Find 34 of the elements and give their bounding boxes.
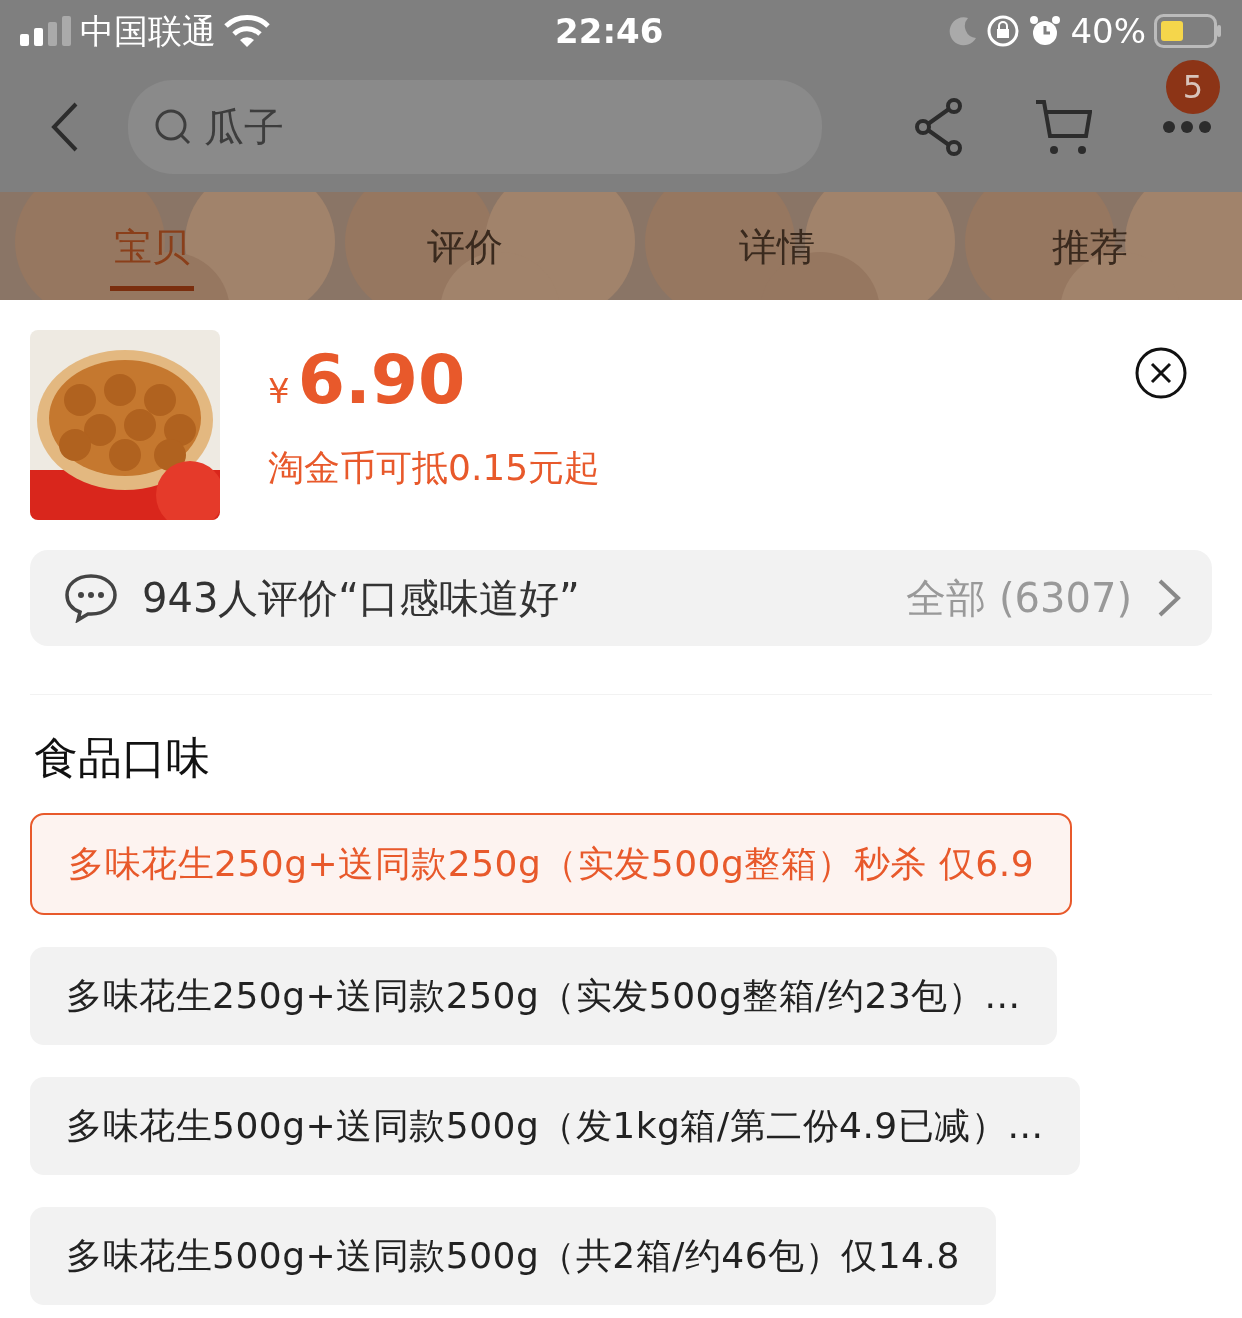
chevron-right-icon [1156, 578, 1182, 618]
price: 6.90 [297, 346, 466, 414]
back-icon[interactable] [50, 101, 80, 153]
currency-symbol: ¥ [268, 370, 290, 413]
close-icon[interactable] [1134, 346, 1188, 400]
chat-bubble-icon [64, 573, 118, 623]
flavor-option[interactable]: 多味花生500g+送同款500g（发1kg箱/第二份4.9已减）… [30, 1077, 1080, 1175]
share-icon[interactable] [914, 98, 964, 156]
tab[interactable]: 推荐 [1047, 201, 1132, 291]
alarm-icon [1028, 14, 1063, 48]
review-count: 全部 (6307) [906, 574, 1132, 623]
clock-time: 22:46 [555, 10, 664, 51]
wifi-icon [224, 14, 270, 48]
coin-discount-note: 淘金币可抵0.15元起 [268, 446, 601, 490]
tab[interactable]: 宝贝 [110, 201, 194, 291]
review-bar[interactable]: 943人评价“口感味道好” 全部 (6307) [30, 550, 1212, 646]
moon-icon [948, 16, 979, 46]
review-summary: 943人评价“口感味道好” [142, 574, 580, 623]
section-title: 食品口味 [34, 731, 211, 785]
cart-icon[interactable] [1034, 98, 1092, 156]
search-field[interactable]: 瓜子 [128, 80, 822, 174]
flavor-option[interactable]: 多味花生500g+送同款500g（共2箱/约46包）仅14.8 [30, 1207, 996, 1305]
carrier-name: 中国联通 [80, 9, 216, 53]
more-icon[interactable] [1162, 120, 1212, 134]
signal-icon [20, 16, 72, 46]
flavor-option[interactable]: 多味花生250g+送同款250g（实发500g整箱）秒杀 仅6.9 [30, 813, 1073, 915]
count-badge: 5 [1166, 60, 1220, 114]
search-icon [154, 108, 192, 146]
rotation-lock-icon [986, 14, 1021, 48]
flavor-option[interactable]: 多味花生250g+送同款250g（实发500g整箱/约23包）… [30, 947, 1057, 1045]
battery-percent: 40% [1070, 9, 1146, 53]
tab[interactable]: 详情 [735, 201, 820, 291]
battery-icon [1154, 14, 1222, 48]
tab[interactable]: 评价 [422, 201, 507, 291]
